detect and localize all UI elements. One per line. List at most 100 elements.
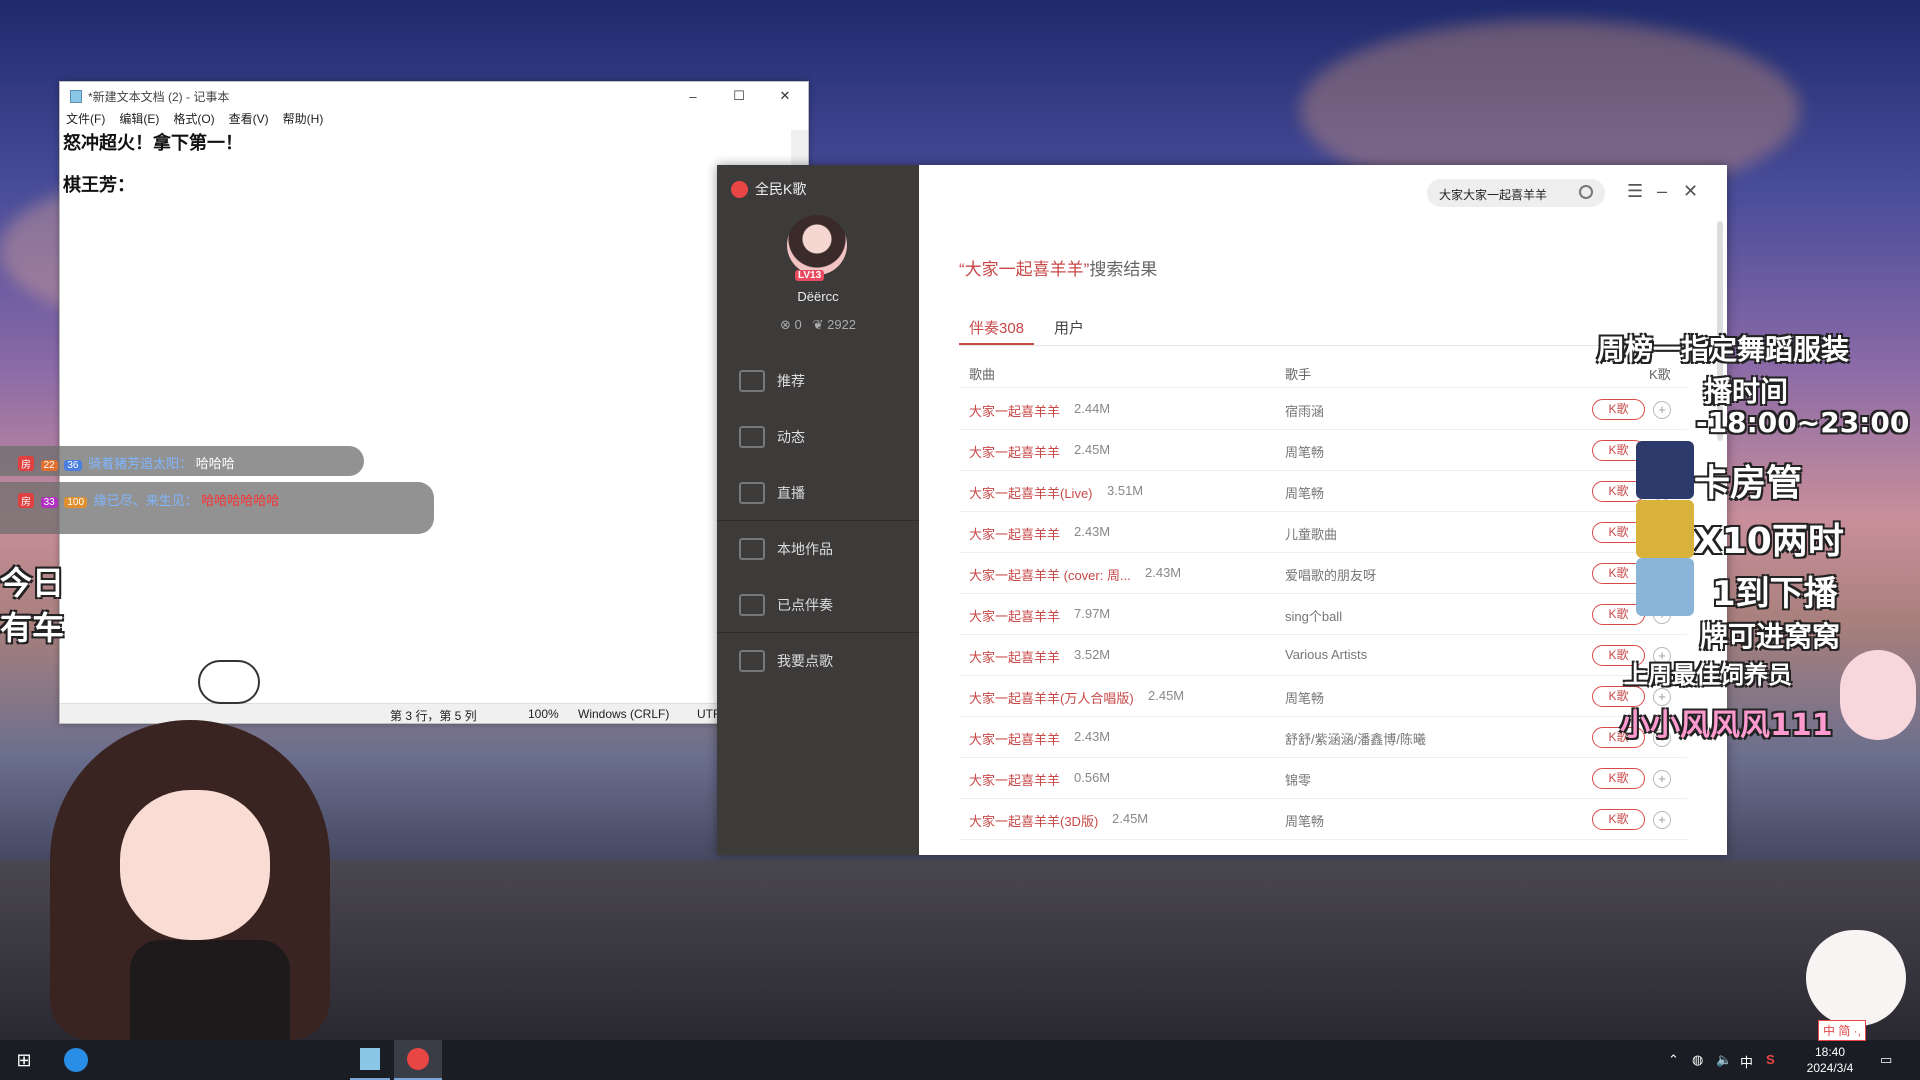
clock[interactable]: 18:40 2024/3/4 <box>1790 1044 1870 1076</box>
vtuber-avatar <box>40 680 370 1040</box>
menu-edit[interactable]: 编辑(E) <box>119 110 159 128</box>
song-artist[interactable]: 儿童歌曲 <box>1285 524 1337 543</box>
sidebar-item-local-works[interactable]: 本地作品 <box>717 521 919 577</box>
karaoke-sidebar: 全民K歌 LV13 Dëërcc ⊗ 0 ❦ 2922 推荐 动态 直播 本地作… <box>717 165 919 855</box>
sidebar-item-label: 直播 <box>777 484 805 501</box>
chat-nick[interactable]: 缘已尽、来生见： <box>94 493 198 508</box>
menu-help[interactable]: 帮助(H) <box>283 110 324 128</box>
status-position: 第 3 行，第 5 列 <box>390 709 477 723</box>
maximize-button[interactable]: ☐ <box>716 82 762 110</box>
table-row[interactable]: 大家一起喜羊羊2.45M周笔畅K歌+ <box>959 430 1687 471</box>
table-row[interactable]: 大家一起喜羊羊 (cover: 周...2.43M爱唱歌的朋友呀K歌+ <box>959 553 1687 594</box>
table-row[interactable]: 大家一起喜羊羊 2.43M 舒舒/紫涵涵/潘鑫博/陈曦 K歌 + <box>959 717 1687 758</box>
song-artist[interactable]: 舒舒/紫涵涵/潘鑫博/陈曦 <box>1285 729 1426 748</box>
microphone-icon <box>739 650 765 672</box>
table-row[interactable]: 大家一起喜羊羊2.43M儿童歌曲K歌+ <box>959 512 1687 553</box>
k-song-button[interactable]: K歌 <box>1592 768 1645 789</box>
k-song-button[interactable]: K歌 <box>1592 809 1645 830</box>
ime-indicator[interactable]: 中 <box>1740 1052 1753 1071</box>
tray-chevron-icon[interactable]: ⌃ <box>1668 1052 1679 1068</box>
menu-view[interactable]: 查看(V) <box>229 110 269 128</box>
user-name[interactable]: Dëërcc <box>717 289 919 304</box>
right-overlay-line: 卡房管 <box>1694 463 1803 504</box>
karaoke-app-window[interactable]: 全民K歌 LV13 Dëërcc ⊗ 0 ❦ 2922 推荐 动态 直播 本地作… <box>717 165 1727 855</box>
add-icon[interactable]: + <box>1653 770 1671 788</box>
song-title[interactable]: 大家一起喜羊羊 <box>969 647 1060 666</box>
song-artist[interactable]: 周笔畅 <box>1285 442 1324 461</box>
search-input[interactable]: 大家大家一起喜羊羊 <box>1427 179 1605 207</box>
ime-toolbar[interactable]: 中 简 ·, <box>1818 1020 1866 1041</box>
notepad-window[interactable]: *新建文本文档 (2) - 记事本 – ☐ ✕ 文件(F) 编辑(E) 格式(O… <box>59 81 809 724</box>
song-title[interactable]: 大家一起喜羊羊 <box>969 524 1060 543</box>
table-row[interactable]: 大家一起喜羊羊 3.52M Various Artists K歌 + <box>959 635 1687 676</box>
sidebar-item-label: 本地作品 <box>777 541 833 557</box>
status-eol: Windows (CRLF) <box>578 707 670 721</box>
result-tabs: 伴奏308 用户 <box>959 311 1687 346</box>
song-artist[interactable]: 宿雨涵 <box>1285 401 1324 420</box>
song-title[interactable]: 大家一起喜羊羊 <box>969 401 1060 420</box>
song-title[interactable]: 大家一起喜羊羊 (cover: 周... <box>969 565 1131 584</box>
song-artist[interactable]: 锦零 <box>1285 770 1311 789</box>
menu-file[interactable]: 文件(F) <box>66 110 105 128</box>
file-size: 2.45M <box>1074 442 1111 457</box>
song-title[interactable]: 大家一起喜羊羊 <box>969 770 1060 789</box>
taskbar-app-karaoke[interactable] <box>394 1040 442 1080</box>
notepad-title: *新建文本文档 (2) - 记事本 <box>88 89 230 104</box>
start-button[interactable]: ⊞ <box>6 1040 42 1080</box>
stat-b: 2922 <box>827 317 857 332</box>
chat-nick[interactable]: 骑着猪芳追太阳： <box>88 456 192 471</box>
table-row[interactable]: 大家一起喜羊羊(万人合唱版) 2.45M 周笔畅 K歌 + <box>959 676 1687 717</box>
song-title[interactable]: 大家一起喜羊羊 <box>969 729 1060 748</box>
minimize-icon[interactable]: – <box>1657 181 1667 202</box>
tab-users[interactable]: 用户 <box>1044 311 1094 345</box>
song-artist[interactable]: 周笔畅 <box>1285 483 1324 502</box>
chat-text: 哈哈哈哈哈哈 <box>201 493 280 508</box>
song-title[interactable]: 大家一起喜羊羊(Live) <box>969 483 1093 502</box>
taskbar-app-notepad[interactable] <box>350 1040 390 1080</box>
song-artist[interactable]: sing个ball <box>1285 606 1342 625</box>
add-icon[interactable]: + <box>1653 401 1671 419</box>
sogou-icon[interactable]: S <box>1766 1052 1775 1067</box>
sidebar-item-ordered[interactable]: 已点伴奏 <box>717 577 919 633</box>
notification-icon[interactable]: ▭ <box>1880 1052 1892 1068</box>
karaoke-main: 大家大家一起喜羊羊 ☰ – ✕ “大家一起喜羊羊”搜索结果 伴奏308 用户 歌… <box>919 165 1727 855</box>
room-badge: 房 <box>18 493 34 508</box>
taskbar-app-k[interactable] <box>56 1040 96 1080</box>
song-title[interactable]: 大家一起喜羊羊(万人合唱版) <box>969 688 1134 707</box>
song-title[interactable]: 大家一起喜羊羊(3D版) <box>969 811 1098 830</box>
minimize-button[interactable]: – <box>670 82 716 110</box>
sidebar-item-request[interactable]: 我要点歌 <box>717 633 919 689</box>
add-icon[interactable]: + <box>1653 811 1671 829</box>
volume-icon[interactable]: 🔈 <box>1716 1052 1732 1068</box>
song-artist[interactable]: Various Artists <box>1285 647 1367 662</box>
menu-icon[interactable]: ☰ <box>1627 181 1643 202</box>
close-button[interactable]: ✕ <box>762 82 808 110</box>
close-icon[interactable]: ✕ <box>1683 181 1698 202</box>
sidebar-item-live[interactable]: 直播 <box>717 465 919 521</box>
file-size: 7.97M <box>1074 606 1111 621</box>
table-row[interactable]: 大家一起喜羊羊 2.44M 宿雨涵 K歌 + <box>959 389 1687 430</box>
video-icon <box>739 481 765 504</box>
menu-format[interactable]: 格式(O) <box>173 110 214 128</box>
notepad-text-area[interactable]: 怒冲超火！拿下第一！ 棋王芳： <box>63 130 790 703</box>
sidebar-item-label: 我要点歌 <box>777 653 833 669</box>
search-icon[interactable] <box>1579 185 1593 199</box>
sidebar-item-recommend[interactable]: 推荐 <box>717 353 919 409</box>
song-artist[interactable]: 爱唱歌的朋友呀 <box>1285 565 1376 584</box>
tab-accompaniment[interactable]: 伴奏308 <box>959 311 1035 345</box>
table-row[interactable]: 大家一起喜羊羊(Live)3.51M周笔畅K歌+ <box>959 471 1687 512</box>
song-artist[interactable]: 周笔畅 <box>1285 688 1324 707</box>
avatar[interactable] <box>787 215 847 275</box>
song-title[interactable]: 大家一起喜羊羊 <box>969 442 1060 461</box>
table-row[interactable]: 大家一起喜羊羊 0.56M 锦零 K歌 + <box>959 758 1687 799</box>
rocket-gift-icon <box>1636 441 1694 499</box>
chat-message: 房 22 36 骑着猪芳追太阳： 哈哈哈 <box>0 446 364 476</box>
sidebar-item-feed[interactable]: 动态 <box>717 409 919 465</box>
network-icon[interactable]: ◍ <box>1692 1052 1703 1068</box>
table-row[interactable]: 大家一起喜羊羊7.97Msing个ballK歌+ <box>959 594 1687 635</box>
table-row[interactable]: 大家一起喜羊羊(3D版) 2.45M 周笔畅 K歌 + <box>959 799 1687 840</box>
stat-a: 0 <box>794 317 802 332</box>
k-song-button[interactable]: K歌 <box>1592 399 1645 420</box>
song-title[interactable]: 大家一起喜羊羊 <box>969 606 1060 625</box>
song-artist[interactable]: 周笔畅 <box>1285 811 1324 830</box>
